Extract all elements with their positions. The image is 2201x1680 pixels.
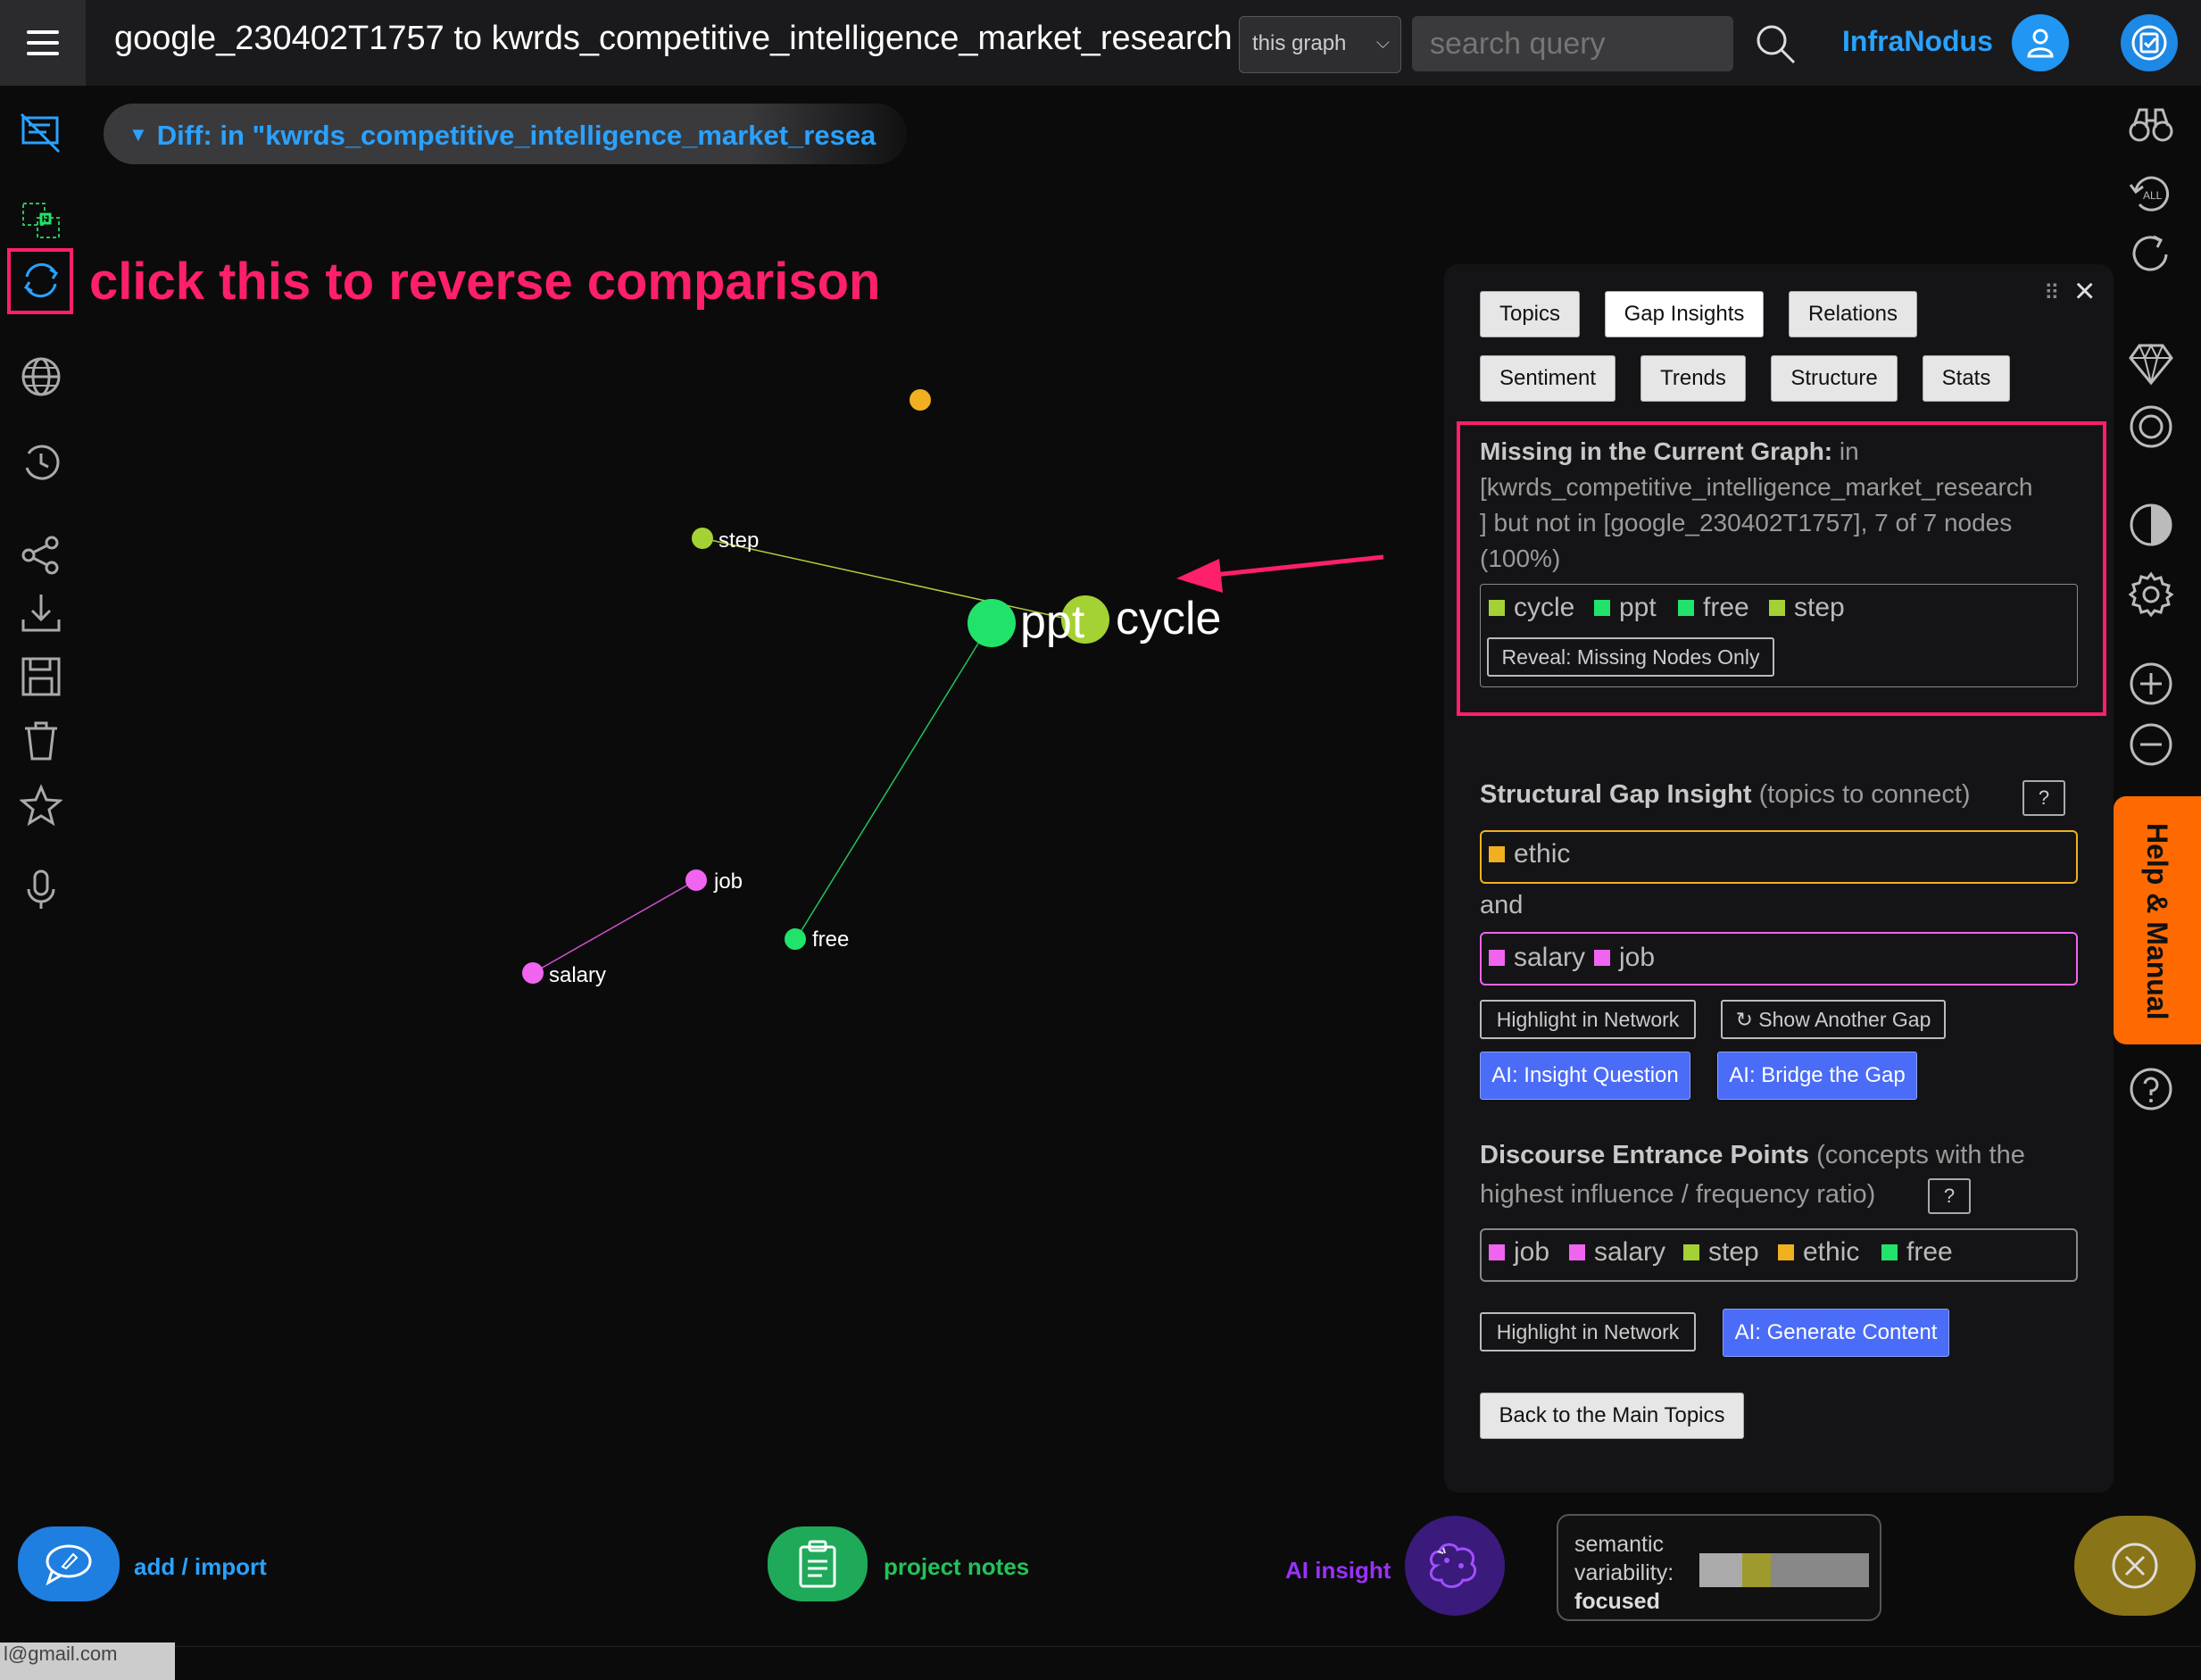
graph-label-step: step <box>718 528 759 553</box>
show-another-gap-button[interactable]: ↻ Show Another Gap <box>1721 1000 1946 1039</box>
graph-label-ppt: ppt <box>1020 596 1085 648</box>
reveal-missing-button[interactable]: Reveal: Missing Nodes Only <box>1487 637 1774 677</box>
highlight-entrance-button[interactable]: Highlight in Network <box>1480 1312 1696 1351</box>
ai-bridge-gap-button[interactable]: AI: Bridge the Gap <box>1717 1052 1917 1100</box>
binoculars-icon[interactable] <box>2124 98 2178 152</box>
chat-edit-icon <box>46 1544 92 1586</box>
tab-stats[interactable]: Stats <box>1923 355 2010 402</box>
missing-body-1: in <box>1839 437 1859 465</box>
entrance-points-title: Discourse Entrance Points (concepts with… <box>1480 1141 2025 1209</box>
missing-node-free[interactable]: free <box>1678 593 1749 623</box>
semantic-variability-widget[interactable]: semantic variability: focused <box>1557 1514 1881 1621</box>
graph-node-ppt <box>968 599 1016 647</box>
missing-node-cycle[interactable]: cycle <box>1489 593 1574 623</box>
entrance-node-job[interactable]: job <box>1489 1237 1549 1268</box>
drag-handle-icon[interactable]: ⠿ <box>2044 280 2060 306</box>
missing-node-step[interactable]: step <box>1769 593 1845 623</box>
refresh-icon[interactable] <box>2124 229 2178 282</box>
help-manual-tab[interactable]: Help & Manual <box>2114 796 2201 1044</box>
zoom-in-icon[interactable] <box>2124 657 2178 711</box>
gap-node-salary[interactable]: salary <box>1489 943 1585 973</box>
project-notes-label[interactable]: project notes <box>884 1553 1029 1581</box>
project-notes-button[interactable] <box>768 1526 868 1601</box>
edge-job-salary <box>532 879 697 974</box>
entrance-node-salary[interactable]: salary <box>1569 1237 1665 1268</box>
graph-label-job: job <box>713 869 743 894</box>
entrance-node-free[interactable]: free <box>1881 1237 1953 1268</box>
tab-structure[interactable]: Structure <box>1771 355 1898 402</box>
add-import-label[interactable]: add / import <box>134 1553 267 1581</box>
missing-node-ppt[interactable]: ppt <box>1594 593 1657 623</box>
missing-body-4: (100%) <box>1480 545 1561 572</box>
close-circle-icon <box>2112 1543 2158 1589</box>
graph-node-free <box>785 928 806 950</box>
ai-insight-button[interactable] <box>1405 1516 1505 1616</box>
entrance-node-ethic[interactable]: ethic <box>1778 1237 1859 1268</box>
tab-trends[interactable]: Trends <box>1640 355 1746 402</box>
ai-insight-question-button[interactable]: AI: Insight Question <box>1480 1052 1690 1100</box>
ai-insight-label[interactable]: AI insight <box>1285 1557 1391 1584</box>
highlight-gap-button[interactable]: Highlight in Network <box>1480 1000 1696 1039</box>
entrance-node-step[interactable]: step <box>1683 1237 1759 1268</box>
missing-heading: Missing in the Current Graph: <box>1480 437 1833 465</box>
ai-brain-icon <box>1429 1543 1477 1588</box>
graph-node-salary <box>522 962 544 984</box>
app-logo-icon[interactable] <box>2121 14 2178 71</box>
graph-node-job <box>685 869 707 891</box>
question-icon[interactable] <box>2124 1062 2178 1116</box>
help-manual-label: Help & Manual <box>2141 823 2173 1020</box>
diamond-icon[interactable] <box>2124 337 2178 391</box>
circle-view-icon[interactable] <box>2124 400 2178 453</box>
settings-icon[interactable] <box>2124 568 2178 621</box>
edge-ppt-free <box>795 622 992 940</box>
missing-body-2: [kwrds_competitive_intelligence_market_r… <box>1480 473 2033 501</box>
missing-body-3: ] but not in [google_230402T1757], 7 of … <box>1480 509 2013 536</box>
graph-label-cycle: cycle <box>1116 593 1221 645</box>
semantic-variability-text: semantic variability: focused <box>1574 1532 1674 1614</box>
close-focus-button[interactable] <box>2074 1516 2196 1616</box>
search-icon[interactable] <box>1755 23 1796 64</box>
structural-gap-help-button[interactable]: ? <box>2022 780 2065 816</box>
tab-relations[interactable]: Relations <box>1789 291 1917 337</box>
account-email: l@gmail.com <box>0 1643 175 1680</box>
annotation-arrow <box>1176 554 1384 593</box>
tab-topics[interactable]: Topics <box>1480 291 1580 337</box>
ai-generate-content-button[interactable]: AI: Generate Content <box>1723 1309 1949 1357</box>
variability-bar <box>1699 1553 1869 1587</box>
and-label: and <box>1480 891 1524 919</box>
user-icon[interactable] <box>2012 14 2069 71</box>
zoom-out-icon[interactable] <box>2124 718 2178 771</box>
gap-node-ethic[interactable]: ethic <box>1489 839 1570 869</box>
graph-label-salary: salary <box>549 963 606 987</box>
tab-gap-insights[interactable]: Gap Insights <box>1605 291 1764 337</box>
svg-text:ALL: ALL <box>2143 189 2163 202</box>
missing-nodes-description: Missing in the Current Graph: in [kwrds_… <box>1480 434 2087 577</box>
add-import-button[interactable] <box>18 1526 120 1601</box>
graph-node-step <box>692 528 713 549</box>
tab-sentiment[interactable]: Sentiment <box>1480 355 1615 402</box>
brand-link[interactable]: InfraNodus <box>1842 25 1993 58</box>
structural-gap-title: Structural Gap Insight (topics to connec… <box>1480 780 1971 809</box>
contrast-icon[interactable] <box>2124 498 2178 552</box>
close-icon[interactable]: × <box>2074 273 2095 309</box>
entrance-points-help-button[interactable]: ? <box>1928 1178 1971 1214</box>
back-to-topics-button[interactable]: Back to the Main Topics <box>1480 1393 1744 1439</box>
clipboard-icon <box>799 1540 836 1588</box>
graph-label-free: free <box>812 927 849 952</box>
gap-node-job[interactable]: job <box>1594 943 1655 973</box>
status-bar <box>0 1646 2201 1680</box>
network-graph[interactable]: step ppt cycle job salary free <box>0 0 1446 1680</box>
graph-node-ethic <box>909 389 931 411</box>
show-all-icon[interactable]: ALL <box>2124 166 2178 220</box>
search-input[interactable] <box>1412 16 1733 71</box>
